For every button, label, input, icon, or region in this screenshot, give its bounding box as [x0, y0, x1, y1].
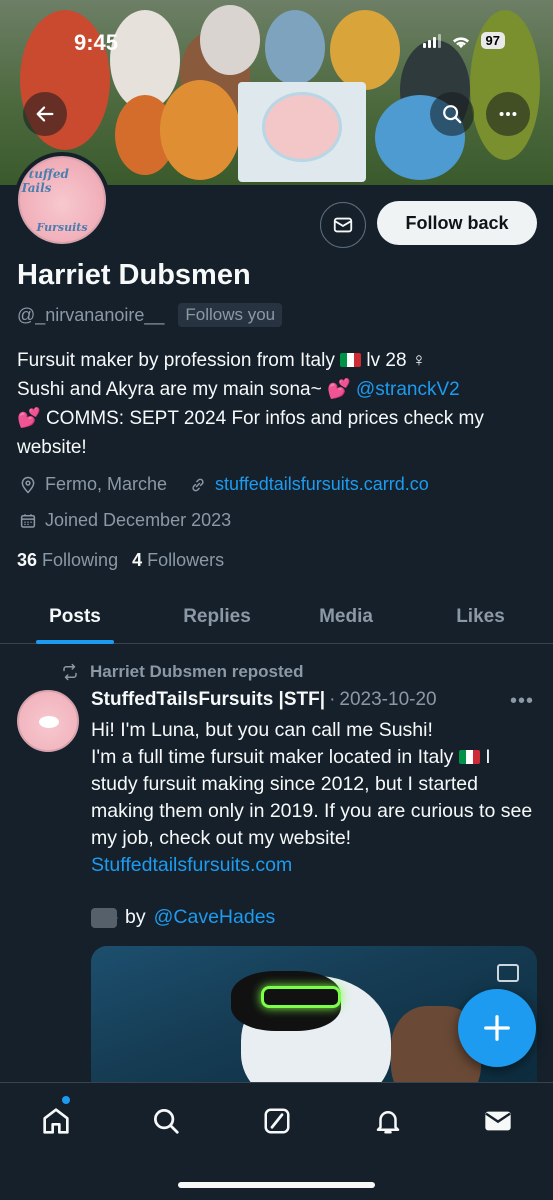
- profile-meta-location-row: Fermo, Marche stuffedtailsfursuits.carrd…: [19, 474, 429, 495]
- wifi-icon: [452, 36, 469, 48]
- tweet-author-avatar[interactable]: [17, 690, 79, 752]
- followers-link[interactable]: 4 Followers: [132, 550, 224, 571]
- unread-indicator-dot: [62, 1096, 70, 1104]
- follow-counts: 36 Following 4 Followers: [17, 550, 224, 571]
- banner-figure: [265, 10, 325, 85]
- grok-icon: [264, 1108, 290, 1134]
- nav-grok[interactable]: [259, 1103, 295, 1139]
- tweet-credit: by @CaveHades: [91, 906, 275, 929]
- followers-count: 4: [132, 550, 143, 570]
- plus-icon: [484, 1015, 510, 1041]
- nav-notifications[interactable]: [370, 1103, 406, 1139]
- tweet-more-button[interactable]: •••: [510, 690, 534, 713]
- avatar-logo-text: Fursuits: [36, 220, 88, 234]
- message-button[interactable]: [320, 202, 366, 248]
- nav-search[interactable]: [148, 1103, 184, 1139]
- following-label: Following: [42, 550, 119, 570]
- hearts-icon: 💕: [17, 408, 41, 429]
- calendar-icon: [20, 513, 36, 528]
- credit-by: by: [125, 906, 146, 928]
- avatar-image: Stuffed Tails Fursuits: [18, 156, 106, 244]
- home-icon: [43, 1108, 69, 1134]
- compose-button[interactable]: [458, 989, 536, 1067]
- following-link[interactable]: 36 Following: [17, 550, 118, 571]
- more-icon: [499, 111, 517, 117]
- home-indicator-bar[interactable]: [178, 1182, 375, 1188]
- captions-icon[interactable]: [497, 964, 519, 982]
- banner-figure: [330, 10, 400, 90]
- bio-text: Fursuit maker by profession from Italy: [17, 350, 335, 371]
- tweet-text: I'm a full time fursuit maker located in…: [91, 746, 454, 768]
- search-button[interactable]: [430, 92, 474, 136]
- tweet-website-link[interactable]: Stuffedtailsfursuits.com: [91, 854, 292, 876]
- profile-tabs: Posts Replies Media Likes: [0, 590, 553, 644]
- bio-text: COMMS: SEPT 2024 For infos and prices ch…: [17, 408, 484, 458]
- banner-figure: [160, 80, 240, 180]
- following-count: 36: [17, 550, 38, 570]
- tweet-separator: ·: [329, 689, 336, 710]
- tab-media[interactable]: Media: [284, 590, 408, 643]
- status-icons: 97: [422, 32, 505, 49]
- envelope-icon: [485, 1111, 511, 1131]
- tab-posts[interactable]: Posts: [0, 590, 150, 644]
- bell-icon: [376, 1111, 400, 1134]
- credit-mention-link[interactable]: @CaveHades: [154, 906, 276, 929]
- italy-flag-icon: [458, 750, 480, 764]
- handle-row: @_nirvananoire__ Follows you: [17, 303, 283, 327]
- signal-icon: [422, 33, 441, 48]
- italy-flag-icon: [340, 353, 362, 367]
- profile-location: Fermo, Marche: [45, 474, 168, 494]
- location-pin-icon: [21, 476, 35, 494]
- profile-joined-date: Joined December 2023: [45, 510, 232, 530]
- follow-back-button[interactable]: Follow back: [377, 201, 537, 245]
- profile-bio: Fursuit maker by profession from Italy l…: [17, 346, 539, 462]
- profile-handle: @_nirvananoire__: [17, 304, 165, 325]
- tweet-header: StuffedTailsFursuits |STF| · 2023-10-20: [91, 689, 437, 711]
- nav-home[interactable]: [38, 1103, 74, 1139]
- profile-avatar[interactable]: Stuffed Tails Fursuits: [14, 152, 110, 248]
- arrow-left-icon: [36, 106, 54, 122]
- repost-indicator: Harriet Dubsmen reposted: [60, 662, 304, 682]
- hearts-icon: 💕: [326, 379, 351, 400]
- nav-messages[interactable]: [480, 1103, 516, 1139]
- bio-text: Sushi and Akyra are my main sona~: [17, 379, 322, 400]
- tweet-author-name[interactable]: StuffedTailsFursuits |STF|: [91, 689, 325, 711]
- profile-website-link[interactable]: stuffedtailsfursuits.carrd.co: [215, 474, 429, 495]
- link-icon: [192, 478, 204, 491]
- repost-icon: [63, 663, 77, 681]
- envelope-icon: [333, 217, 353, 233]
- avatar-logo-text: Stuffed Tails: [20, 166, 69, 195]
- banner-flag-logo: [262, 92, 342, 162]
- tab-replies[interactable]: Replies: [150, 590, 284, 643]
- battery-indicator: 97: [480, 32, 505, 49]
- status-time: 9:45: [74, 30, 119, 55]
- tweet-date[interactable]: 2023-10-20: [339, 689, 436, 711]
- back-button[interactable]: [23, 92, 67, 136]
- movie-camera-icon: [91, 907, 118, 928]
- search-icon: [443, 105, 462, 124]
- repost-label: Harriet Dubsmen reposted: [90, 662, 304, 681]
- bio-text: lv 28 ♀: [366, 350, 427, 371]
- search-icon: [154, 1109, 179, 1134]
- banner-figure: [200, 5, 260, 75]
- more-options-button[interactable]: [486, 92, 530, 136]
- avatar-logo-mark: [39, 716, 59, 728]
- video-glasses: [261, 986, 341, 1008]
- profile-meta-joined-row: Joined December 2023: [19, 510, 231, 531]
- tweet-text: Hi! I'm Luna, but you can call me Sushi!: [91, 719, 433, 741]
- tweet-body: Hi! I'm Luna, but you can call me Sushi!…: [91, 717, 541, 879]
- tab-likes[interactable]: Likes: [408, 590, 553, 643]
- follows-you-badge: Follows you: [178, 303, 283, 327]
- bio-mention-link[interactable]: @stranckV2: [356, 379, 460, 400]
- followers-label: Followers: [147, 550, 225, 570]
- profile-name: Harriet Dubsmen: [17, 259, 251, 291]
